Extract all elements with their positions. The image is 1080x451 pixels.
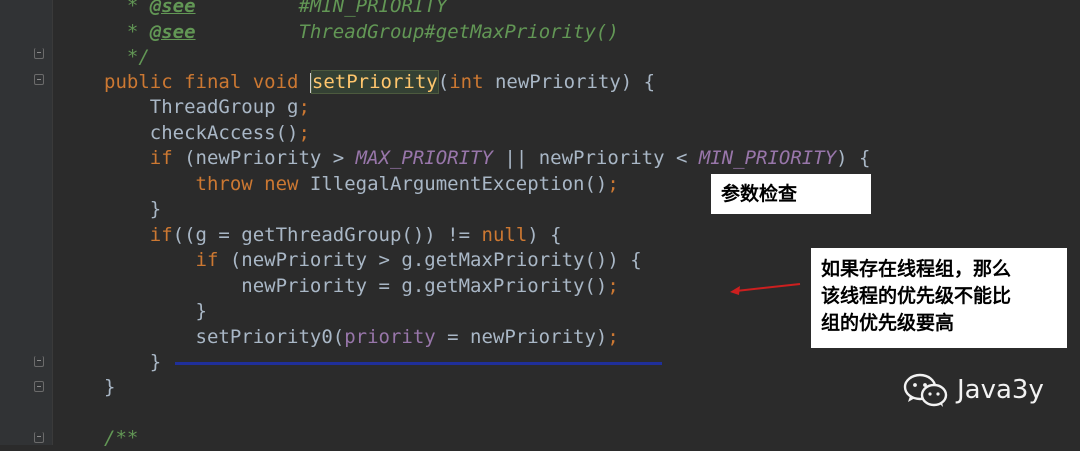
code-token: setPriority0( [104, 326, 345, 348]
gutter-separator [52, 0, 53, 445]
code-line[interactable]: newPriority = g.getMaxPriority(); [104, 274, 619, 299]
code-token: @see [149, 21, 196, 43]
code-token: ; [298, 96, 310, 118]
code-token: MIN_PRIORITY [698, 147, 837, 169]
code-line[interactable]: */ [104, 45, 150, 70]
code-token: ThreadGroup g [104, 96, 299, 118]
code-token: || newPriority < [492, 147, 699, 169]
code-token: ThreadGroup#getMaxPriority() [195, 21, 619, 43]
code-token: ((g = getThreadGroup()) != [172, 224, 482, 246]
code-token: * [104, 21, 150, 43]
code-token: priority [344, 326, 436, 348]
code-token: } [104, 198, 162, 220]
code-token: newPriority) { [494, 71, 656, 93]
code-line[interactable]: public final void setPriority(int newPri… [104, 70, 655, 95]
callout-line: 如果存在线程组，那么 [821, 258, 1012, 280]
fold-marker-icon[interactable] [34, 48, 44, 59]
callout-param-check: 参数检查 [711, 174, 871, 214]
watermark-label: Java3y [957, 375, 1044, 405]
code-line[interactable]: if((g = getThreadGroup()) != null) { [104, 223, 562, 248]
code-token: if [104, 147, 185, 169]
code-token: (newPriority > g.getMaxPriority()) { [229, 249, 642, 271]
editor-gutter [0, 0, 52, 445]
wechat-icon [903, 373, 948, 407]
fold-marker-icon[interactable] [34, 356, 44, 367]
code-token: #MIN_PRIORITY [195, 0, 448, 17]
watermark: Java3y [903, 372, 1044, 408]
code-token: ; [607, 275, 619, 297]
fold-marker-icon[interactable] [34, 432, 44, 443]
code-line[interactable]: } [104, 299, 207, 324]
code-token: ) { [836, 147, 871, 169]
code-token: } [104, 351, 162, 373]
code-token: } [104, 376, 116, 398]
code-token: if [104, 249, 230, 271]
fold-marker-icon[interactable] [34, 74, 44, 85]
code-line[interactable]: ThreadGroup g; [104, 95, 310, 120]
code-line[interactable]: * @see #MIN_PRIORITY [104, 0, 447, 19]
code-token: (newPriority > [184, 147, 356, 169]
code-token: } [104, 300, 207, 322]
code-token: /** [104, 427, 139, 449]
code-line[interactable]: if (newPriority > g.getMaxPriority()) { [104, 248, 642, 273]
code-token: null [481, 224, 528, 246]
code-token: throw new [104, 173, 310, 195]
fold-marker-icon[interactable] [34, 381, 44, 392]
code-token: int [449, 71, 495, 93]
code-line[interactable]: throw new IllegalArgumentException(); [104, 172, 619, 197]
code-token: * [104, 0, 150, 17]
red-arrow-icon [730, 283, 801, 295]
code-token: ; [607, 326, 619, 348]
code-token: = newPriority) [435, 326, 608, 348]
code-token: checkAccess() [104, 122, 299, 144]
code-token: ) { [527, 224, 562, 246]
code-line[interactable]: } [104, 350, 161, 375]
code-token: ; [298, 122, 310, 144]
code-token: ; [607, 173, 619, 195]
code-line[interactable]: if (newPriority > MAX_PRIORITY || newPri… [104, 146, 871, 171]
code-line[interactable]: * @see ThreadGroup#getMaxPriority() [104, 20, 619, 45]
code-line[interactable]: checkAccess(); [104, 121, 310, 146]
code-token: IllegalArgumentException() [309, 173, 608, 195]
blue-underline [175, 362, 662, 365]
code-token: MAX_PRIORITY [355, 147, 493, 169]
code-line[interactable]: setPriority0(priority = newPriority); [104, 325, 619, 350]
code-token: */ [104, 46, 150, 68]
callout-line: 组的优先级要高 [821, 312, 955, 334]
code-token: ( [437, 71, 450, 93]
code-token: setPriority [310, 70, 439, 94]
code-token: if [104, 224, 173, 246]
code-token: newPriority = g.getMaxPriority() [104, 275, 608, 297]
code-line[interactable]: } [104, 375, 115, 400]
code-line[interactable]: /** [104, 426, 138, 451]
callout-thread-group: 如果存在线程组，那么 该线程的优先级不能比 组的优先级要高 [811, 248, 1067, 348]
callout-text: 参数检查 [721, 183, 798, 205]
callout-line: 该线程的优先级不能比 [821, 285, 1012, 307]
code-line[interactable]: } [104, 197, 161, 222]
code-token: public final void [104, 71, 310, 93]
code-token: @see [149, 0, 196, 17]
